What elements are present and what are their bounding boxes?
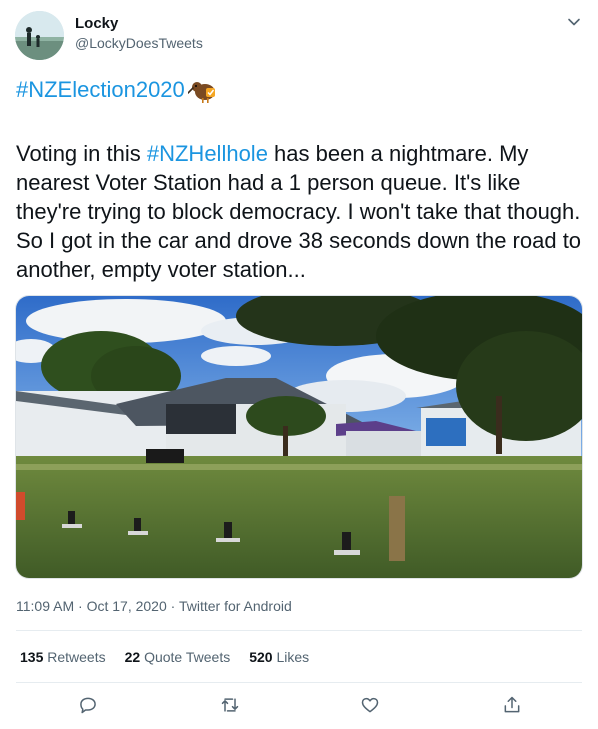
meta-separator: · xyxy=(170,598,176,614)
author-name[interactable]: Locky xyxy=(75,15,118,32)
heart-icon[interactable] xyxy=(360,695,380,715)
avatar-image xyxy=(15,11,64,60)
likes-count: 520 xyxy=(249,649,273,665)
tweet-photo[interactable] xyxy=(15,295,583,579)
divider xyxy=(16,630,582,631)
reply-icon[interactable] xyxy=(78,695,98,715)
tweet-time[interactable]: 11:09 AM xyxy=(16,598,74,614)
tweet-metadata: 11:09 AM · Oct 17, 2020 · Twitter for An… xyxy=(16,598,292,614)
tweet-date[interactable]: Oct 17, 2020 xyxy=(87,598,167,614)
likes-label: Likes xyxy=(276,649,310,665)
hashtag-link[interactable]: #NZElection2020 xyxy=(16,77,185,103)
tweet-stats: 135 Retweets 22 Quote Tweets 520 Likes xyxy=(20,649,328,665)
chevron-down-icon[interactable] xyxy=(566,14,582,30)
retweets-count: 135 xyxy=(20,649,44,665)
divider xyxy=(16,682,582,683)
retweets-stat[interactable]: 135 Retweets xyxy=(20,649,106,665)
quote-tweets-count: 22 xyxy=(124,649,141,665)
quote-tweets-stat[interactable]: 22 Quote Tweets xyxy=(125,649,231,665)
quote-tweets-label: Quote Tweets xyxy=(144,649,231,665)
share-icon[interactable] xyxy=(502,695,522,715)
tweet-text: Voting in this #NZHellhole has been a ni… xyxy=(16,139,586,284)
tweet-text-part: Voting in this xyxy=(16,141,147,166)
avatar[interactable] xyxy=(15,11,64,60)
meta-separator: · xyxy=(78,598,83,614)
hashtag-link[interactable]: #NZHellhole xyxy=(147,141,268,166)
likes-stat[interactable]: 520 Likes xyxy=(249,649,309,665)
kiwi-bird-icon xyxy=(188,82,215,103)
retweet-icon[interactable] xyxy=(220,695,240,715)
tweet-source[interactable]: Twitter for Android xyxy=(179,598,292,614)
author-handle[interactable]: @LockyDoesTweets xyxy=(75,35,203,51)
retweets-label: Retweets xyxy=(47,649,106,665)
voting-station-photo xyxy=(16,296,582,578)
